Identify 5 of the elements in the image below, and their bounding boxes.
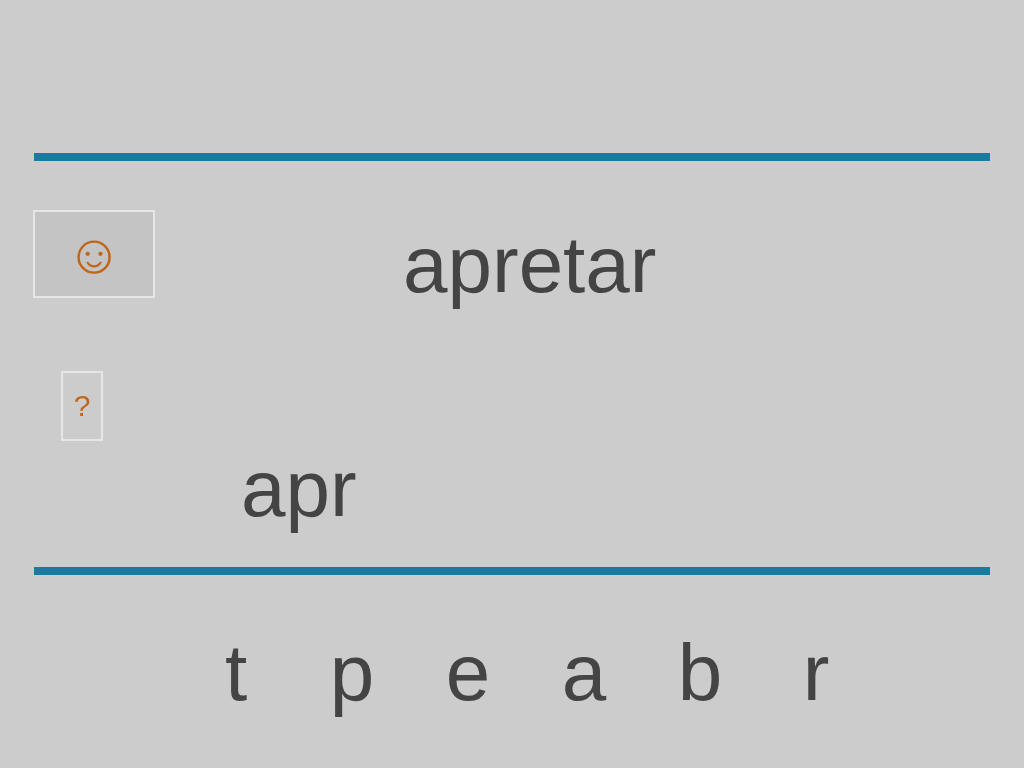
- letter-tile[interactable]: e: [442, 633, 494, 713]
- letter-tile[interactable]: b: [674, 633, 726, 713]
- letter-tile[interactable]: t: [210, 633, 262, 713]
- letter-tile[interactable]: a: [558, 633, 610, 713]
- letter-tile[interactable]: r: [790, 633, 842, 713]
